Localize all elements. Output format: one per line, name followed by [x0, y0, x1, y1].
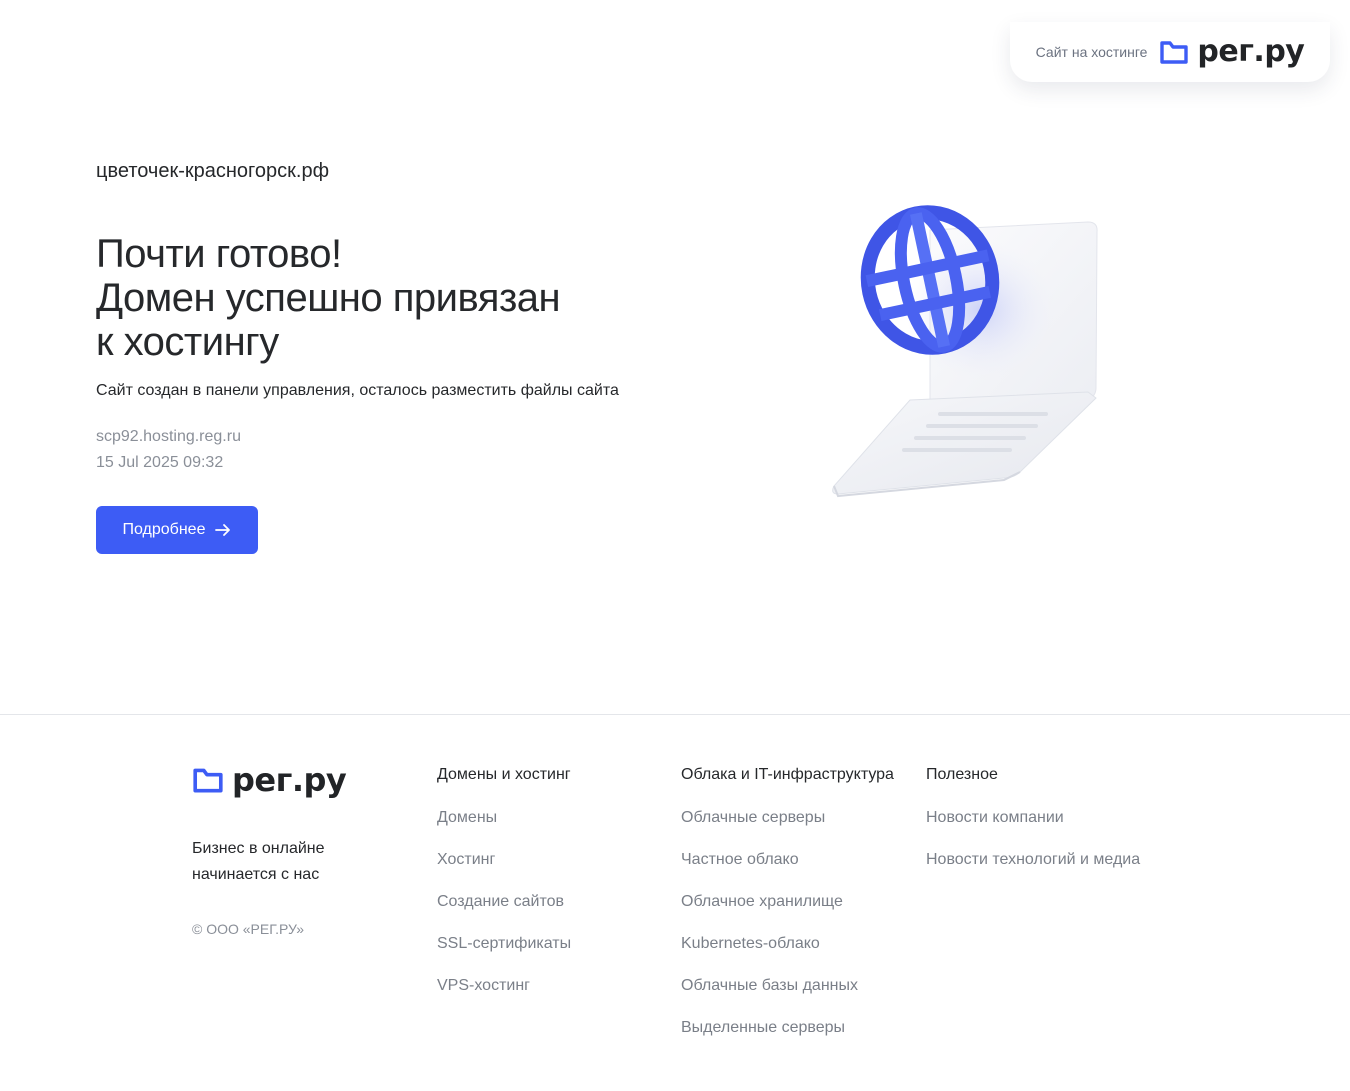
footer-link-dedicated[interactable]: Выделенные серверы: [681, 1019, 845, 1036]
folder-icon: [1160, 41, 1189, 64]
footer-brand-name: рег.ру: [232, 761, 347, 799]
created-date: 15 Jul 2025 09:32: [96, 454, 224, 471]
badge-logo: рег.ру: [1159, 34, 1305, 69]
badge-text: Сайт на хостинге: [1035, 44, 1148, 60]
footer-link-domains[interactable]: Домены: [437, 809, 497, 826]
headline-line-1: Почти готово!: [96, 232, 342, 276]
footer-link-kubernetes[interactable]: Kubernetes-облако: [681, 935, 820, 952]
footer-tagline: Бизнес в онлайне начинается с нас: [192, 840, 325, 883]
footer-link-site-builder[interactable]: Создание сайтов: [437, 893, 564, 910]
subtitle: Сайт создан в панели управления, осталос…: [96, 382, 619, 399]
footer-divider: [0, 714, 1350, 715]
footer-link-cloud-db[interactable]: Облачные базы данных: [681, 977, 858, 994]
footer-link-ssl[interactable]: SSL-сертификаты: [437, 935, 571, 952]
details-button[interactable]: Подробнее: [96, 506, 258, 554]
folder-icon: [193, 768, 223, 793]
arrow-right-icon: [215, 524, 231, 536]
footer-link-cloud-storage[interactable]: Облачное хранилище: [681, 893, 843, 910]
domain-name: цветочек-красногорск.рф: [96, 160, 330, 182]
footer-column-useful: Полезное Новости компании Новости технол…: [926, 764, 1140, 890]
site-meta: scp92.hosting.reg.ru 15 Jul 2025 09:32: [96, 424, 241, 476]
headline-line-3: к хостингу: [96, 320, 279, 364]
headline-line-2: Домен успешно привязан: [96, 276, 561, 320]
footer-link-company-news[interactable]: Новости компании: [926, 809, 1064, 826]
badge-brand: рег.ру: [1197, 34, 1305, 69]
footer-column-title: Домены и хостинг: [437, 766, 571, 783]
hosting-badge[interactable]: Сайт на хостинге рег.ру: [1010, 22, 1330, 82]
details-button-label: Подробнее: [122, 521, 206, 538]
server-name: scp92.hosting.reg.ru: [96, 428, 241, 445]
laptop-keyboard: [832, 391, 1097, 498]
footer-column-cloud: Облака и IT-инфраструктура Облачные серв…: [681, 764, 894, 1058]
footer-column-domains: Домены и хостинг Домены Хостинг Создание…: [437, 764, 571, 1016]
laptop-globe-illustration: [832, 205, 1098, 498]
footer-column-title: Облака и IT-инфраструктура: [681, 766, 894, 783]
footer-link-cloud-servers[interactable]: Облачные серверы: [681, 809, 825, 826]
footer-link-private-cloud[interactable]: Частное облако: [681, 851, 799, 868]
footer-column-title: Полезное: [926, 766, 998, 783]
footer-copyright: © ООО «РЕГ.РУ»: [192, 921, 305, 937]
footer-link-hosting[interactable]: Хостинг: [437, 851, 495, 868]
footer-link-vps[interactable]: VPS-хостинг: [437, 977, 530, 994]
footer-logo[interactable]: рег.ру: [192, 761, 347, 799]
page-title: Почти готово! Домен успешно привязан к х…: [96, 232, 736, 364]
footer-link-tech-news[interactable]: Новости технологий и медиа: [926, 851, 1140, 868]
